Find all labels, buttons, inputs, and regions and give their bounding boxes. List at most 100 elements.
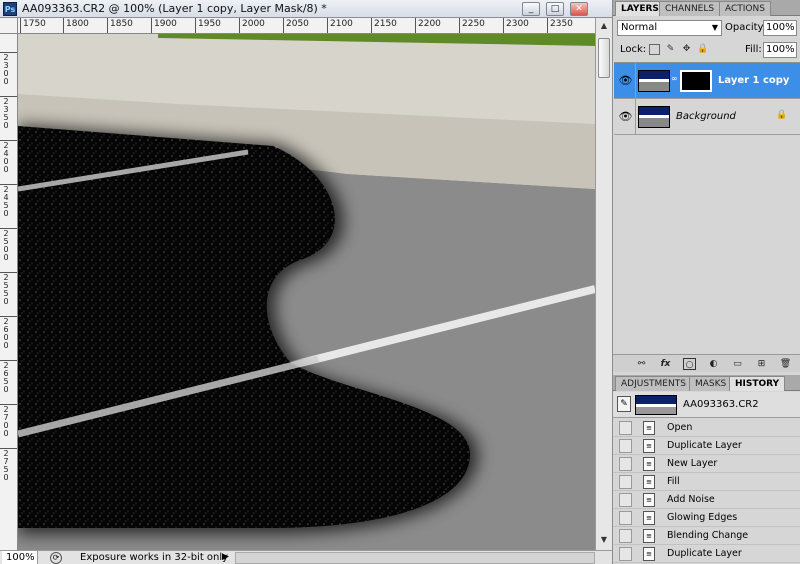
layer-row-background[interactable]: 👁 Background 🔒 [614,99,800,135]
status-info-icon[interactable]: ⟳ [50,552,62,564]
close-button[interactable]: ✕ [570,2,588,16]
history-brush-source-icon[interactable]: ✎ [617,396,631,412]
ruler-label: 2450 [3,185,9,218]
ruler-label: 2300 [506,19,529,29]
lock-all-icon[interactable]: 🔒 [697,44,708,55]
scroll-up-icon[interactable]: ▲ [598,20,610,32]
history-source-checkbox[interactable] [619,511,632,525]
history-source-checkbox[interactable] [619,493,632,507]
ruler-label: 2350 [550,19,573,29]
image-canvas[interactable] [18,34,595,550]
opacity-field[interactable]: 100% [763,20,797,36]
history-item[interactable]: ≡ Blending Change [613,527,800,545]
trash-icon[interactable]: 🗑 [779,358,792,370]
parking-lot-photo [18,34,595,550]
history-item-label: Glowing Edges [667,512,738,523]
layer-thumbnail [638,106,670,128]
history-item-label: New Layer [667,458,718,469]
tab-actions[interactable]: ACTIONS [719,1,771,16]
ruler-label: 2600 [3,317,9,350]
tab-adjustments[interactable]: ADJUSTMENTS [615,376,692,391]
lock-label: Lock: [620,44,647,55]
document-window: Ps AA093363.CR2 @ 100% (Layer 1 copy, La… [0,0,612,564]
ruler-label: 2300 [3,53,9,86]
tab-channels[interactable]: CHANNELS [659,1,721,16]
history-step-icon: ≡ [643,421,655,435]
snapshot-name: AA093363.CR2 [683,399,759,410]
history-item[interactable]: ≡ Add Noise [613,491,800,509]
history-source-checkbox[interactable] [619,421,632,435]
chevron-down-icon: ▼ [711,23,718,32]
eye-icon[interactable]: 👁 [616,63,636,99]
lock-icon: 🔒 [776,110,788,120]
layer-mask-thumbnail[interactable] [680,70,712,92]
document-title: AA093363.CR2 @ 100% (Layer 1 copy, Layer… [22,2,327,15]
mask-icon[interactable]: ○ [683,358,696,370]
document-titlebar[interactable]: Ps AA093363.CR2 @ 100% (Layer 1 copy, La… [0,0,612,18]
vertical-ruler[interactable]: 2300 2350 2400 2450 2500 2550 2600 2650 … [0,34,18,550]
history-item[interactable]: ≡ Fill [613,473,800,491]
lock-position-icon[interactable]: ✥ [681,44,692,55]
ruler-label: 2150 [374,19,397,29]
blend-mode-select[interactable]: Normal ▼ [617,20,722,36]
layers-panel-tabs: LAYERS CHANNELS ACTIONS [613,0,800,16]
layer-thumbnail [638,70,670,92]
link-icon[interactable]: ⚯ [635,358,648,370]
ruler-label: 2000 [242,19,265,29]
minimize-button[interactable]: _ [522,2,540,16]
tab-masks[interactable]: MASKS [689,376,733,391]
link-icon[interactable]: ∞ [671,74,678,83]
history-item-label: Duplicate Layer [667,440,742,451]
ruler-origin[interactable] [0,18,18,34]
history-item-label: Blending Change [667,530,749,541]
ruler-label: 1800 [66,19,89,29]
history-step-icon: ≡ [643,547,655,561]
scroll-thumb[interactable] [598,38,610,78]
history-source-checkbox[interactable] [619,457,632,471]
tab-layers[interactable]: LAYERS [615,1,665,16]
vertical-scrollbar[interactable]: ▲ ▼ [595,18,612,550]
panel-dock: LAYERS CHANNELS ACTIONS Normal ▼ Opacity… [612,0,800,564]
layer-name: Background [676,111,736,122]
ruler-label: 2500 [3,229,9,262]
maximize-button[interactable]: □ [546,2,564,16]
blend-mode-value: Normal [621,22,658,33]
ruler-label: 2650 [3,361,9,394]
history-source-checkbox[interactable] [619,439,632,453]
layer-row-layer-1-copy[interactable]: 👁 ∞ Layer 1 copy [614,63,800,99]
horizontal-scrollbar[interactable] [235,552,595,564]
history-source-checkbox[interactable] [619,529,632,543]
opacity-label: Opacity: [725,22,767,33]
history-step-icon: ≡ [643,493,655,507]
adjustment-icon[interactable]: ◐ [707,358,720,370]
history-item[interactable]: ≡ Duplicate Layer [613,545,800,563]
ruler-label: 1900 [154,19,177,29]
ruler-label: 2700 [3,405,9,438]
snapshot-thumbnail [635,395,677,415]
history-source-checkbox[interactable] [619,547,632,561]
history-source-checkbox[interactable] [619,475,632,489]
history-item-label: Add Noise [667,494,715,505]
horizontal-ruler[interactable]: 1750 1800 1850 1900 1950 2000 2050 2100 … [18,18,595,34]
group-icon[interactable]: ▭ [731,358,744,370]
scroll-down-icon[interactable]: ▼ [598,534,610,546]
history-item[interactable]: ≡ New Layer [613,455,800,473]
history-item[interactable]: ≡ Open [613,419,800,437]
ruler-label: 2750 [3,449,9,482]
history-item[interactable]: ≡ Duplicate Layer [613,437,800,455]
history-item-label: Duplicate Layer [667,548,742,559]
eye-icon[interactable]: 👁 [616,99,636,135]
history-item[interactable]: ≡ Glowing Edges [613,509,800,527]
fx-icon[interactable]: fx [659,358,672,370]
lock-pixels-icon[interactable]: ✎ [665,44,676,55]
zoom-field[interactable]: 100% [2,551,38,564]
status-menu-arrow-icon[interactable]: ▶ [222,551,229,564]
fill-field[interactable]: 100% [763,42,797,58]
history-step-icon: ≡ [643,529,655,543]
ruler-label: 2050 [286,19,309,29]
tab-history[interactable]: HISTORY [729,376,786,391]
history-snapshot[interactable]: ✎ AA093363.CR2 [613,392,800,418]
lock-transparency-icon[interactable] [649,44,660,55]
ruler-label: 2400 [3,141,9,174]
new-layer-icon[interactable]: ⊞ [755,358,768,370]
